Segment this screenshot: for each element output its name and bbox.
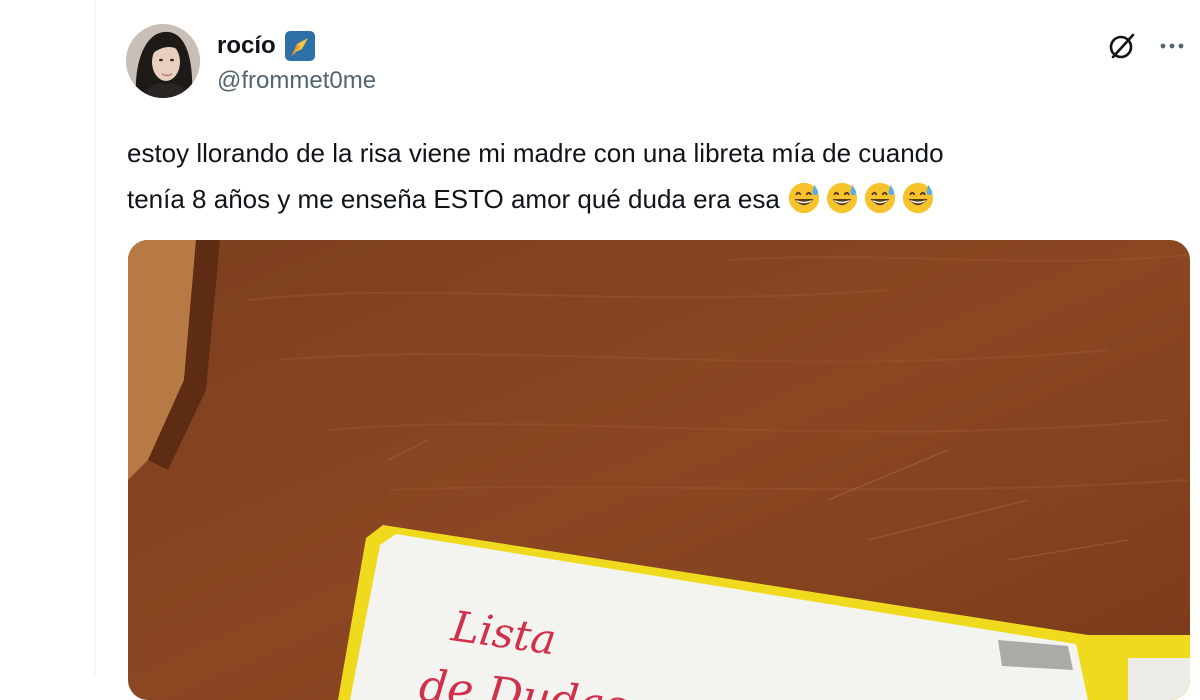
verified-rocket-badge-icon[interactable] <box>284 30 316 62</box>
emoji-row <box>787 182 939 214</box>
tweet-text-line-2-text: tenía 8 años y me enseña ESTO amor qué d… <box>127 184 780 214</box>
tweet-text-line-2: tenía 8 años y me enseña ESTO amor qué d… <box>127 176 1177 222</box>
tweet-media-photo[interactable]: Lista de Dudas <box>128 240 1190 700</box>
tweet-text: estoy llorando de la risa viene mi madre… <box>127 130 1177 222</box>
left-column <box>0 0 96 675</box>
author-avatar[interactable] <box>126 24 200 98</box>
grinning-face-with-sweat-icon <box>826 182 858 214</box>
tweet-card[interactable]: rocío @frommet0me estoy llorando de la r… <box>96 0 1200 700</box>
more-options-icon[interactable] <box>1152 26 1192 66</box>
avatar-photo <box>126 24 200 98</box>
author-handle[interactable]: @frommet0me <box>217 67 376 95</box>
grinning-face-with-sweat-icon <box>864 182 896 214</box>
tweet-text-line-1: estoy llorando de la risa viene mi madre… <box>127 138 944 168</box>
grinning-face-with-sweat-icon <box>788 182 820 214</box>
author-name-row: rocío <box>217 30 316 62</box>
grinning-face-with-sweat-icon <box>902 182 934 214</box>
grok-icon[interactable] <box>1102 26 1142 66</box>
author-display-name[interactable]: rocío <box>217 32 276 60</box>
notebook-photo: Lista de Dudas <box>128 240 1190 700</box>
